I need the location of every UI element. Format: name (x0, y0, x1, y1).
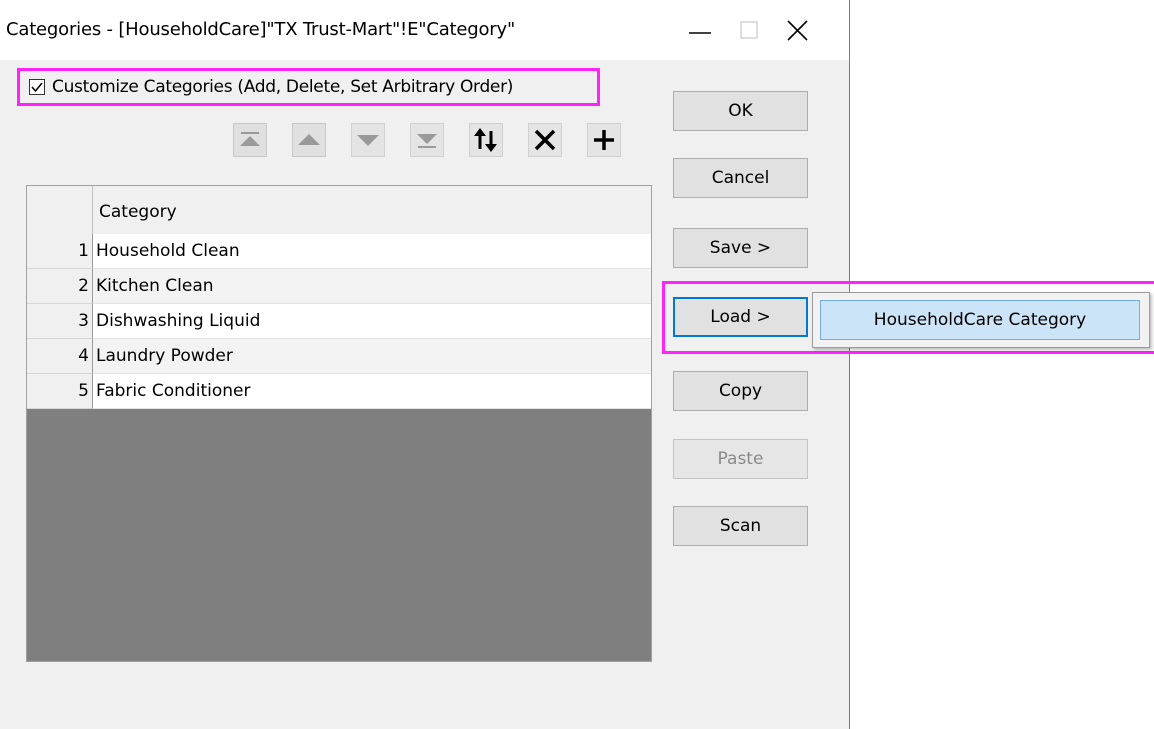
row-number[interactable]: 5 (27, 374, 93, 409)
table-row[interactable]: 3 Dishwashing Liquid (27, 304, 651, 339)
table-row[interactable]: 2 Kitchen Clean (27, 269, 651, 304)
cancel-button[interactable]: Cancel (673, 158, 808, 198)
table-row[interactable]: 5 Fabric Conditioner (27, 374, 651, 409)
move-to-bottom-button[interactable] (410, 123, 444, 157)
category-cell[interactable]: Fabric Conditioner (93, 374, 651, 409)
grid-corner[interactable] (27, 186, 93, 234)
checkmark-icon (31, 82, 43, 93)
minimize-icon (689, 32, 711, 34)
category-grid[interactable]: Category 1 Household Clean 2 Kitchen Cle… (26, 185, 652, 662)
row-number[interactable]: 3 (27, 304, 93, 339)
title-bar[interactable]: Categories - [HouseholdCare]"TX Trust-Ma… (0, 0, 849, 60)
load-menu: HouseholdCare Category (812, 292, 1150, 348)
close-button[interactable] (778, 12, 818, 48)
move-up-button[interactable] (292, 123, 326, 157)
move-to-bottom-icon (417, 134, 437, 148)
maximize-button[interactable] (729, 12, 769, 48)
customize-categories-checkbox[interactable] (29, 79, 45, 95)
reverse-order-button[interactable] (469, 123, 503, 157)
row-number[interactable]: 2 (27, 269, 93, 304)
grid-header: Category (27, 186, 651, 235)
category-column-header[interactable]: Category (99, 202, 177, 222)
categories-dialog: Categories - [HouseholdCare]"TX Trust-Ma… (0, 0, 850, 729)
delete-button[interactable] (528, 123, 562, 157)
move-up-icon (298, 134, 320, 145)
delete-icon (534, 129, 556, 151)
scan-button[interactable]: Scan (673, 506, 808, 546)
category-cell[interactable]: Dishwashing Liquid (93, 304, 651, 339)
maximize-icon (740, 21, 758, 39)
move-down-icon (357, 135, 379, 146)
copy-button[interactable]: Copy (673, 371, 808, 411)
add-button[interactable] (587, 123, 621, 157)
minimize-button[interactable] (680, 12, 720, 48)
menu-item-householdcare-category[interactable]: HouseholdCare Category (820, 300, 1140, 340)
table-row[interactable]: 1 Household Clean (27, 234, 651, 269)
reverse-order-icon (474, 128, 497, 152)
move-down-button[interactable] (351, 123, 385, 157)
category-cell[interactable]: Laundry Powder (93, 339, 651, 374)
save-button[interactable]: Save > (673, 228, 808, 268)
window-title: Categories - [HouseholdCare]"TX Trust-Ma… (6, 19, 516, 40)
customize-categories-option[interactable]: Customize Categories (Add, Delete, Set A… (17, 68, 600, 106)
ok-button[interactable]: OK (673, 91, 808, 131)
category-cell[interactable]: Kitchen Clean (93, 269, 651, 304)
customize-categories-label: Customize Categories (Add, Delete, Set A… (52, 77, 514, 97)
row-number[interactable]: 1 (27, 234, 93, 269)
move-to-top-button[interactable] (233, 123, 267, 157)
row-number[interactable]: 4 (27, 339, 93, 374)
table-row[interactable]: 4 Laundry Powder (27, 339, 651, 374)
add-icon (594, 130, 614, 150)
move-to-top-icon (240, 132, 260, 146)
category-cell[interactable]: Household Clean (93, 234, 651, 269)
paste-button[interactable]: Paste (673, 439, 808, 479)
close-icon (787, 20, 808, 41)
